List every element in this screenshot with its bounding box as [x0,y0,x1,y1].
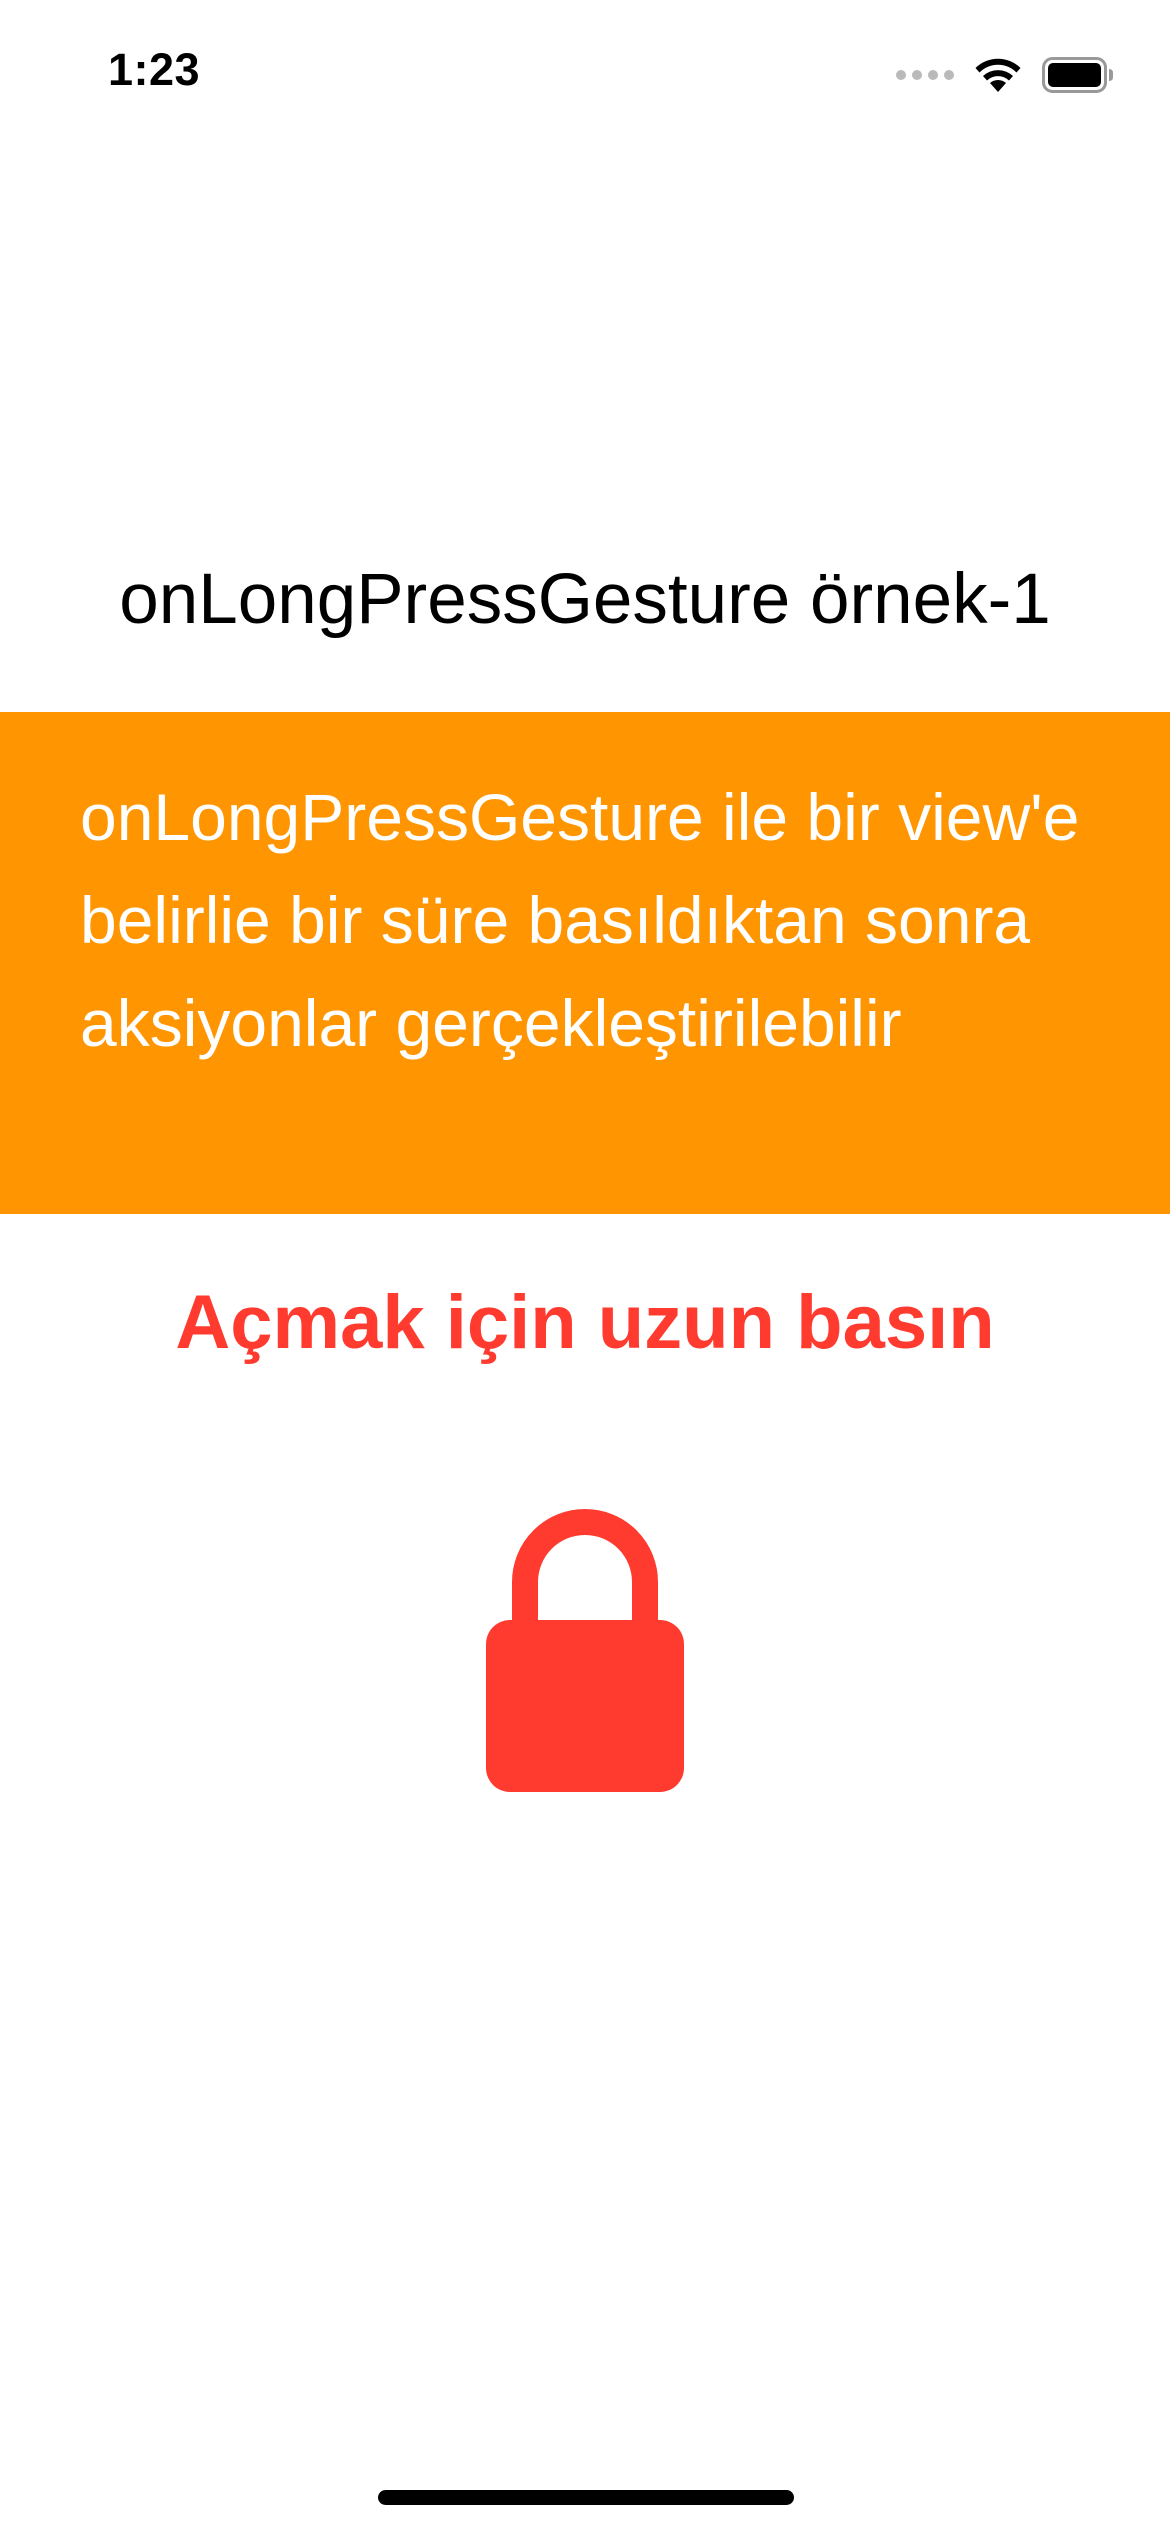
unlock-instruction: Açmak için uzun basın [175,1280,995,1365]
status-icons [896,52,1114,98]
lock-icon[interactable] [486,1502,684,1792]
battery-icon [1042,57,1113,93]
description-text: onLongPressGesture ile bir view'e belirl… [80,780,1080,1060]
description-panel: onLongPressGesture ile bir view'e belirl… [0,712,1170,1214]
cellular-signal-icon [896,70,954,80]
status-bar: 1:23 [0,0,1170,140]
app-screen: 1:23 onLongPressGesture örnek-1 onLongPr… [0,0,1170,2532]
home-indicator[interactable] [378,2490,794,2505]
wifi-icon [975,58,1021,92]
page-title: onLongPressGesture örnek-1 [119,560,1051,639]
status-time: 1:23 [108,44,201,95]
